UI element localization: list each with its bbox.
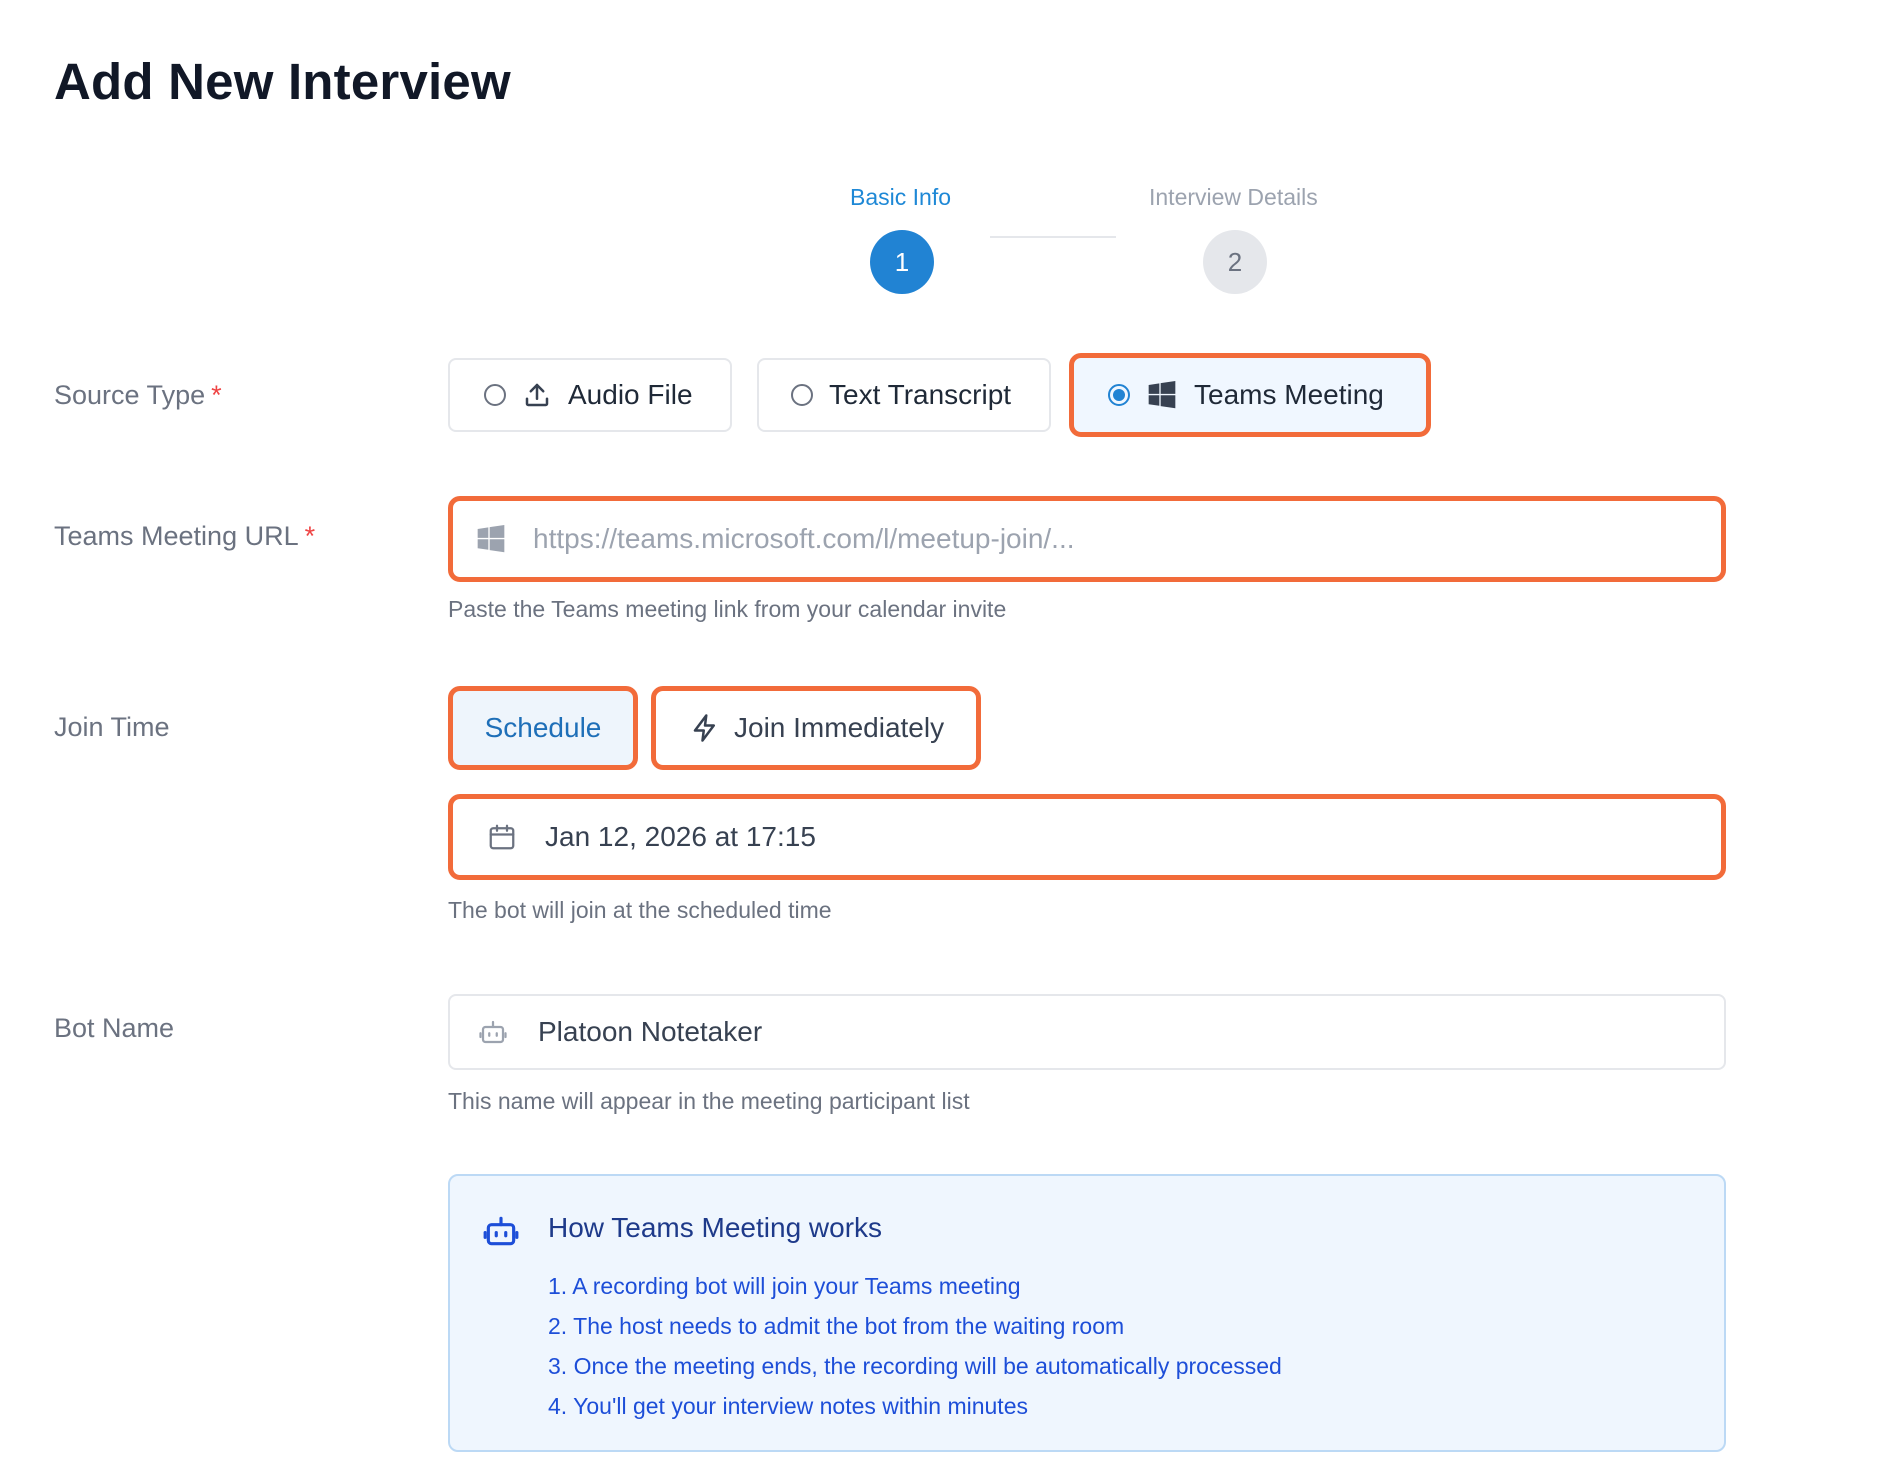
info-box: How Teams Meeting works 1. A recording b…	[448, 1174, 1726, 1452]
option-label: Teams Meeting	[1194, 379, 1384, 410]
windows-icon	[1148, 381, 1176, 409]
radio-text-transcript[interactable]	[791, 384, 813, 406]
calendar-icon	[489, 824, 515, 850]
bot-name-label: Bot Name	[54, 1013, 175, 1043]
list-item: 3. Once the meeting ends, the recording …	[548, 1353, 1282, 1379]
page-title: Add New Interview	[54, 53, 511, 110]
step-2-indicator[interactable]: 2	[1203, 230, 1267, 294]
option-label: Audio File	[568, 379, 693, 410]
bot-name-value: Platoon Notetaker	[538, 1016, 763, 1047]
schedule-button[interactable]: Schedule	[448, 686, 638, 770]
list-item: 4. You'll get your interview notes withi…	[548, 1393, 1028, 1419]
source-type-label-text: Source Type	[54, 380, 206, 410]
windows-icon	[477, 525, 505, 553]
datetime-value: Jan 12, 2026 at 17:15	[545, 821, 816, 852]
teams-url-placeholder: https://teams.microsoft.com/l/meetup-joi…	[533, 523, 1075, 554]
required-mark: *	[211, 380, 222, 410]
source-option-teams-meeting[interactable]: Teams Meeting	[1069, 353, 1431, 437]
join-immediately-button[interactable]: Join Immediately	[651, 686, 981, 770]
step-2-label: Interview Details	[1149, 184, 1318, 210]
teams-url-label: Teams Meeting URL *	[54, 521, 315, 552]
option-label: Text Transcript	[829, 379, 1012, 410]
step-1-indicator[interactable]: 1	[870, 230, 934, 294]
bot-name-helper: This name will appear in the meeting par…	[448, 1088, 970, 1114]
step-1-label: Basic Info	[850, 184, 951, 210]
bot-name-input[interactable]: Platoon Notetaker	[448, 994, 1726, 1070]
source-option-audio-file[interactable]: Audio File	[448, 358, 732, 432]
source-option-text-transcript[interactable]: Text Transcript	[757, 358, 1051, 432]
radio-teams-meeting[interactable]	[1108, 384, 1130, 406]
list-item: 1. A recording bot will join your Teams …	[548, 1273, 1021, 1299]
join-immediately-label: Join Immediately	[734, 712, 945, 743]
info-box-title: How Teams Meeting works	[548, 1212, 883, 1243]
datetime-input[interactable]: Jan 12, 2026 at 17:15	[448, 794, 1726, 880]
teams-url-helper: Paste the Teams meeting link from your c…	[448, 596, 1007, 622]
source-type-label: Source Type *	[54, 380, 222, 411]
upload-icon	[525, 383, 549, 407]
list-item: 2. The host needs to admit the bot from …	[548, 1313, 1125, 1339]
lightning-icon	[693, 714, 715, 742]
join-time-label: Join Time	[54, 712, 170, 742]
teams-url-input[interactable]: https://teams.microsoft.com/l/meetup-joi…	[448, 496, 1726, 582]
required-mark: *	[304, 521, 316, 551]
info-steps-list: 1. A recording bot will join your Teams …	[548, 1266, 1282, 1426]
join-time-helper: The bot will join at the scheduled time	[448, 897, 832, 923]
robot-icon	[479, 1020, 507, 1044]
radio-audio-file[interactable]	[484, 384, 506, 406]
step-connector	[990, 236, 1116, 238]
teams-url-label-text: Teams Meeting URL	[54, 521, 299, 551]
robot-icon	[483, 1216, 519, 1246]
